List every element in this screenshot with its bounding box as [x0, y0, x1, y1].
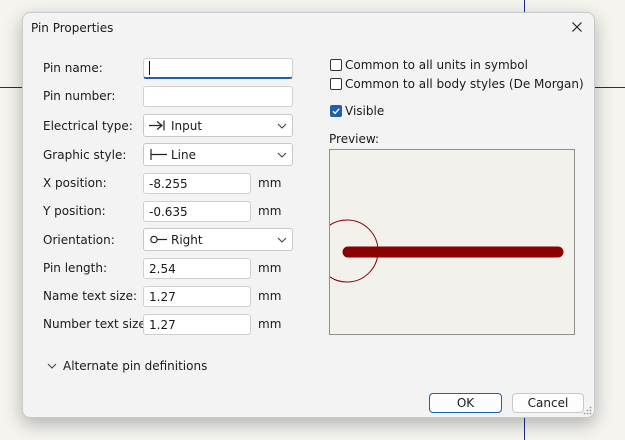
- orientation-right-icon: [150, 235, 167, 244]
- chevron-down-icon: [277, 237, 287, 243]
- electrical-type-label: Electrical type:: [43, 119, 133, 133]
- common-body-styles-label: Common to all body styles (De Morgan): [345, 77, 584, 91]
- line-style-icon: [150, 149, 167, 160]
- electrical-type-value: Input: [171, 119, 203, 133]
- number-text-size-unit: mm: [258, 317, 282, 331]
- pin-number-label: Pin number:: [43, 89, 116, 103]
- chevron-down-icon: [47, 363, 57, 369]
- y-position-label: Y position:: [43, 204, 106, 218]
- title-bar: Pin Properties: [23, 13, 594, 43]
- common-units-checkbox[interactable]: [330, 59, 342, 71]
- pin-preview-graphic: [330, 219, 564, 283]
- sheet-border-line: [524, 0, 525, 12]
- name-text-size-unit: mm: [258, 289, 282, 303]
- text-cursor: [149, 61, 150, 75]
- pin-length-unit: mm: [258, 261, 282, 275]
- dialog-title: Pin Properties: [31, 21, 114, 35]
- preview-label: Preview:: [329, 132, 380, 146]
- chevron-down-icon: [277, 152, 287, 158]
- orientation-select[interactable]: Right: [143, 228, 293, 251]
- chevron-down-icon: [277, 123, 287, 129]
- name-text-size-input[interactable]: [143, 286, 251, 307]
- input-pin-icon: [149, 120, 165, 131]
- sheet-border-line: [593, 87, 625, 88]
- x-position-label: X position:: [43, 176, 107, 190]
- pin-number-input[interactable]: [143, 86, 293, 107]
- name-text-size-label: Name text size:: [43, 289, 138, 303]
- resize-grip-icon[interactable]: [583, 406, 592, 415]
- pin-name-label: Pin name:: [43, 61, 103, 75]
- visible-label: Visible: [345, 104, 385, 118]
- graphic-style-label: Graphic style:: [43, 148, 127, 162]
- checkmark-icon: [332, 108, 340, 115]
- pin-length-label: Pin length:: [43, 261, 108, 275]
- number-text-size-label: Number text size:: [43, 317, 150, 331]
- close-button[interactable]: [560, 13, 594, 41]
- electrical-type-select[interactable]: Input: [143, 114, 293, 137]
- pin-length-input[interactable]: [143, 258, 251, 279]
- graphic-style-value: Line: [171, 148, 197, 162]
- x-position-input[interactable]: [143, 173, 251, 194]
- orientation-value: Right: [171, 233, 203, 247]
- y-position-unit: mm: [258, 204, 282, 218]
- cancel-button[interactable]: Cancel: [512, 393, 584, 413]
- sheet-border-line: [0, 87, 22, 88]
- pin-properties-dialog: Pin Properties Pin name: Pin number: Ele…: [22, 12, 595, 418]
- sheet-border-line: [524, 416, 525, 440]
- graphic-style-select[interactable]: Line: [143, 143, 293, 166]
- pin-name-input[interactable]: [143, 58, 293, 79]
- orientation-label: Orientation:: [43, 233, 115, 247]
- x-position-unit: mm: [258, 176, 282, 190]
- pin-preview-canvas: [329, 149, 575, 335]
- alternate-pin-definitions-label: Alternate pin definitions: [63, 359, 208, 373]
- common-body-styles-checkbox[interactable]: [330, 78, 342, 90]
- ok-button[interactable]: OK: [429, 393, 502, 413]
- visible-checkbox[interactable]: [330, 105, 342, 117]
- number-text-size-input[interactable]: [143, 314, 251, 335]
- close-icon: [572, 22, 582, 32]
- common-units-label: Common to all units in symbol: [345, 58, 528, 72]
- y-position-input[interactable]: [143, 201, 251, 222]
